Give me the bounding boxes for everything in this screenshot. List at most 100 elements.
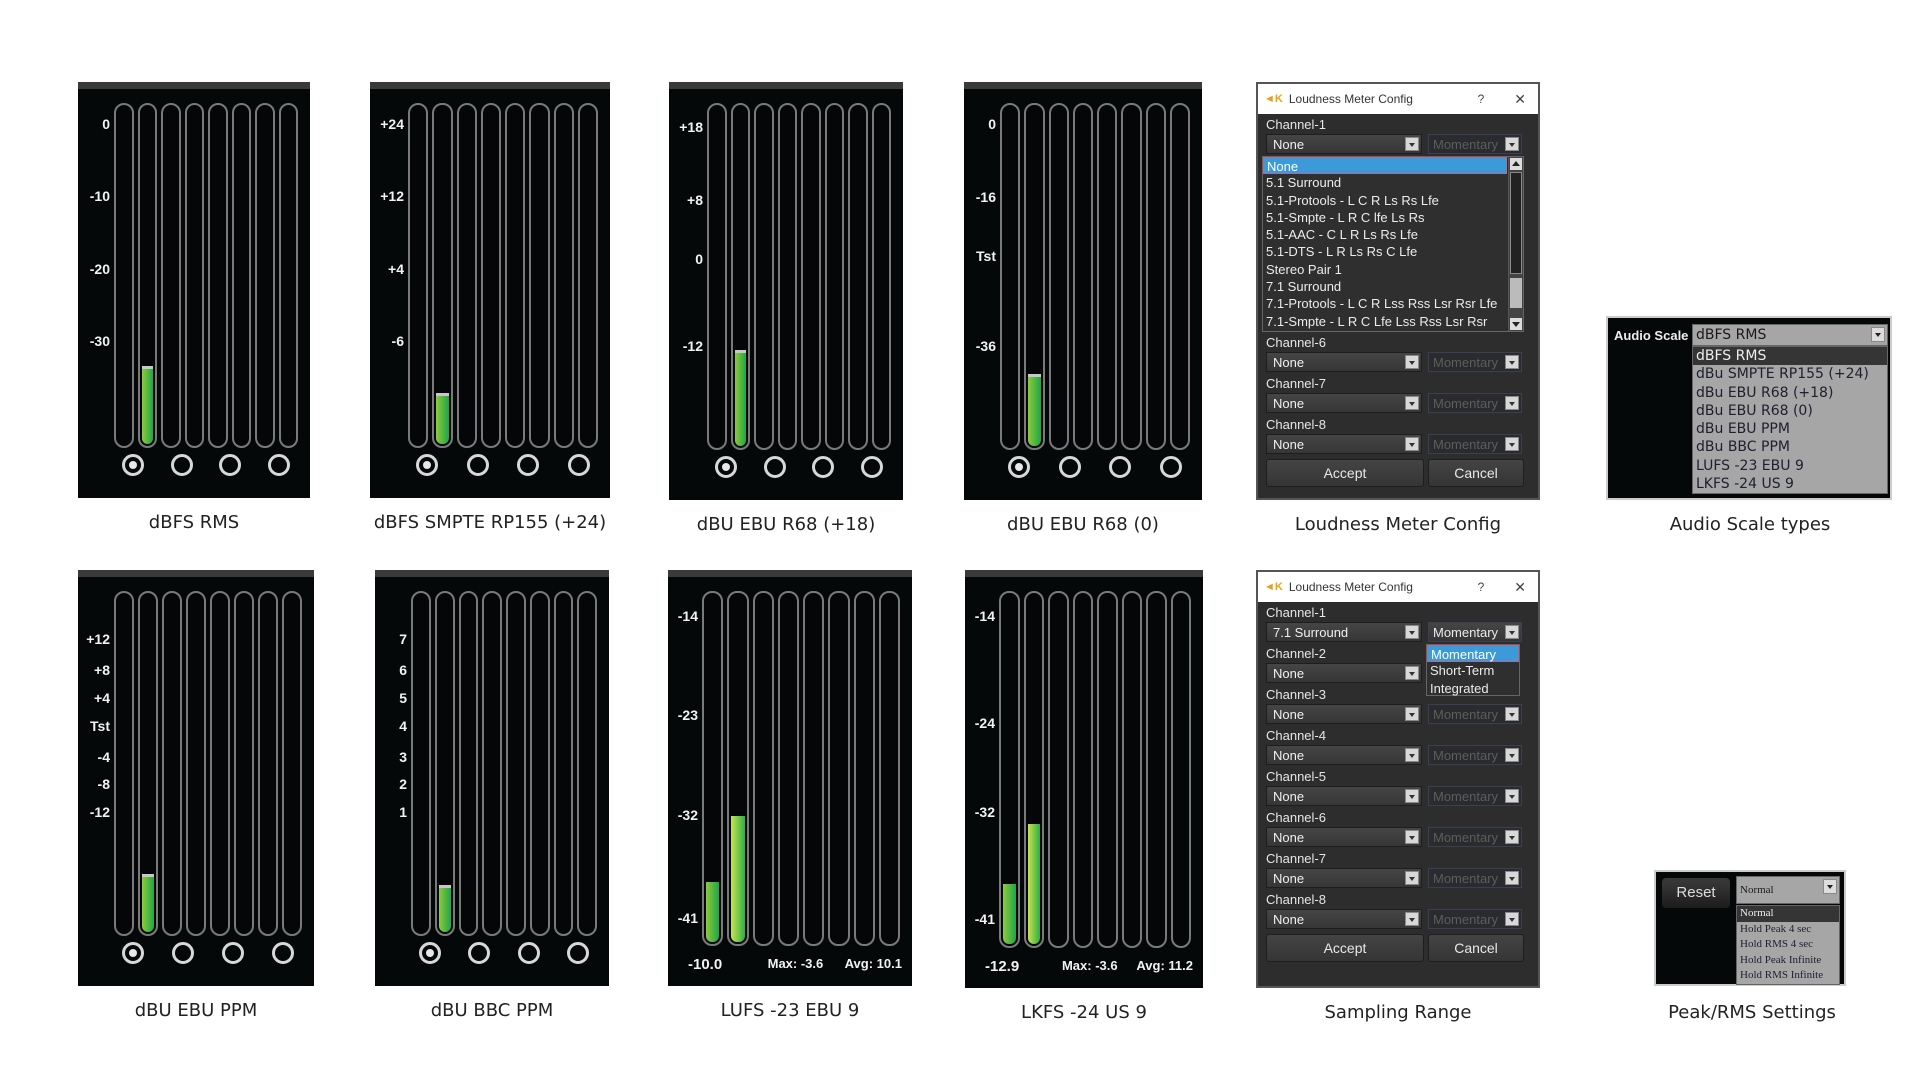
layout-select[interactable]: None <box>1266 434 1422 454</box>
mode-select[interactable]: Momentary <box>1428 704 1522 724</box>
pair-radio-button[interactable] <box>170 454 193 476</box>
pair-radio-button[interactable] <box>1008 456 1030 478</box>
dropdown-arrow-icon[interactable] <box>1505 830 1519 844</box>
peak-rms-option[interactable]: Hold RMS Infinite <box>1737 968 1839 984</box>
layout-option[interactable]: None <box>1263 157 1507 175</box>
pair-radio-button[interactable] <box>567 454 590 476</box>
reset-button[interactable]: Reset <box>1662 878 1730 908</box>
layout-option[interactable]: 7.1-Protools - L C R Lss Rss Lsr Rsr Lfe <box>1263 295 1507 312</box>
pair-radio-button[interactable] <box>222 942 244 964</box>
pair-radio-button[interactable] <box>416 454 438 476</box>
dropdown-arrow-icon[interactable] <box>1505 625 1519 639</box>
dropdown-arrow-icon[interactable] <box>1823 879 1837 894</box>
pair-radio-button[interactable] <box>122 454 144 476</box>
pair-radio-button[interactable] <box>566 942 589 964</box>
layout-option[interactable]: 5.1 Surround <box>1263 174 1507 191</box>
dropdown-arrow-icon[interactable] <box>1405 666 1419 680</box>
dropdown-arrow-icon[interactable] <box>1405 830 1419 844</box>
mode-option[interactable]: Momentary <box>1427 645 1519 663</box>
layout-option[interactable]: 5.1-Protools - L C R Ls Rs Lfe <box>1263 192 1507 209</box>
dropdown-arrow-icon[interactable] <box>1405 396 1419 410</box>
layout-select[interactable]: None <box>1266 909 1422 929</box>
cancel-button[interactable]: Cancel <box>1428 459 1524 487</box>
pair-radio-button[interactable] <box>419 942 441 964</box>
layout-option[interactable]: Stereo Pair 1 <box>1263 261 1507 278</box>
peak-rms-option[interactable]: Normal <box>1737 906 1839 922</box>
pair-radio-button[interactable] <box>1109 456 1132 478</box>
audio-scale-option[interactable]: LUFS -23 EBU 9 <box>1693 457 1887 475</box>
dropdown-arrow-icon[interactable] <box>1505 355 1519 369</box>
pair-radio-button[interactable] <box>219 454 242 476</box>
layout-option[interactable]: 5.1-DTS - L R Ls Rs C Lfe <box>1263 243 1507 260</box>
mode-select[interactable]: Momentary <box>1428 434 1522 454</box>
scroll-down-icon[interactable] <box>1510 318 1522 330</box>
dropdown-arrow-icon[interactable] <box>1505 396 1519 410</box>
layout-select[interactable]: 7.1 Surround <box>1266 622 1422 642</box>
audio-scale-option[interactable]: dBu EBU PPM <box>1693 420 1887 438</box>
dropdown-arrow-icon[interactable] <box>1405 912 1419 926</box>
mode-select[interactable]: Momentary <box>1428 393 1522 413</box>
scroll-up-icon[interactable] <box>1510 158 1522 170</box>
dropdown-arrow-icon[interactable] <box>1405 871 1419 885</box>
help-button[interactable]: ? <box>1478 580 1485 594</box>
cancel-button[interactable]: Cancel <box>1428 934 1524 962</box>
mode-select[interactable]: Momentary <box>1428 352 1522 372</box>
layout-select[interactable]: None <box>1266 745 1422 765</box>
mode-option[interactable]: Integrated <box>1427 680 1519 697</box>
audio-scale-select[interactable]: dBFS RMS <box>1692 324 1888 346</box>
pair-radio-button[interactable] <box>468 942 491 964</box>
dropdown-arrow-icon[interactable] <box>1505 912 1519 926</box>
close-button[interactable]: ✕ <box>1514 91 1526 108</box>
pair-radio-button[interactable] <box>763 456 786 478</box>
pair-radio-button[interactable] <box>466 454 489 476</box>
peak-rms-select[interactable]: Normal <box>1736 876 1840 904</box>
audio-scale-option[interactable]: dBu EBU R68 (0) <box>1693 402 1887 420</box>
pair-radio-button[interactable] <box>1159 456 1182 478</box>
audio-scale-option[interactable]: dBu EBU R68 (+18) <box>1693 384 1887 402</box>
layout-option[interactable]: 7.1-Smpte - L R C Lfe Lss Rss Lsr Rsr <box>1263 313 1507 330</box>
pair-radio-button[interactable] <box>267 454 290 476</box>
list-scrollbar[interactable] <box>1508 157 1523 331</box>
dropdown-arrow-icon[interactable] <box>1405 437 1419 451</box>
dropdown-arrow-icon[interactable] <box>1505 789 1519 803</box>
dropdown-arrow-icon[interactable] <box>1505 437 1519 451</box>
audio-scale-option[interactable]: LKFS -24 US 9 <box>1693 475 1887 493</box>
peak-rms-option[interactable]: Hold Peak 4 sec <box>1737 922 1839 938</box>
dropdown-arrow-icon[interactable] <box>1505 707 1519 721</box>
dropdown-arrow-icon[interactable] <box>1405 748 1419 762</box>
scroll-thumb[interactable] <box>1510 278 1522 308</box>
layout-select[interactable]: None <box>1266 134 1422 154</box>
pair-radio-button[interactable] <box>715 456 737 478</box>
mode-select[interactable]: Momentary <box>1428 745 1522 765</box>
mode-option[interactable]: Short-Term <box>1427 662 1519 679</box>
layout-select[interactable]: None <box>1266 704 1422 724</box>
pair-radio-button[interactable] <box>272 942 294 964</box>
pair-radio-button[interactable] <box>1058 456 1081 478</box>
pair-radio-button[interactable] <box>517 454 540 476</box>
mode-select[interactable]: Momentary <box>1428 827 1522 847</box>
accept-button[interactable]: Accept <box>1266 459 1424 487</box>
dropdown-arrow-icon[interactable] <box>1405 707 1419 721</box>
dropdown-arrow-icon[interactable] <box>1505 137 1519 151</box>
pair-radio-button[interactable] <box>517 942 540 964</box>
dropdown-arrow-icon[interactable] <box>1871 327 1885 342</box>
mode-select[interactable]: Momentary <box>1428 134 1522 154</box>
dropdown-arrow-icon[interactable] <box>1505 871 1519 885</box>
layout-select[interactable]: None <box>1266 352 1422 372</box>
peak-rms-option[interactable]: Hold RMS 4 sec <box>1737 937 1839 953</box>
dropdown-arrow-icon[interactable] <box>1405 355 1419 369</box>
accept-button[interactable]: Accept <box>1266 934 1424 962</box>
layout-select[interactable]: None <box>1266 663 1422 683</box>
mode-select[interactable]: Momentary <box>1428 909 1522 929</box>
mode-select[interactable]: Momentary <box>1428 868 1522 888</box>
dropdown-arrow-icon[interactable] <box>1405 137 1419 151</box>
pair-radio-button[interactable] <box>122 942 144 964</box>
dropdown-arrow-icon[interactable] <box>1405 625 1419 639</box>
layout-select[interactable]: None <box>1266 827 1422 847</box>
audio-scale-option[interactable]: dBu BBC PPM <box>1693 438 1887 456</box>
pair-radio-button[interactable] <box>812 456 835 478</box>
mode-select[interactable]: Momentary <box>1428 622 1522 642</box>
layout-option[interactable]: 5.1-AAC - C L R Ls Rs Lfe <box>1263 226 1507 243</box>
scroll-track[interactable] <box>1510 172 1522 274</box>
layout-select[interactable]: None <box>1266 393 1422 413</box>
